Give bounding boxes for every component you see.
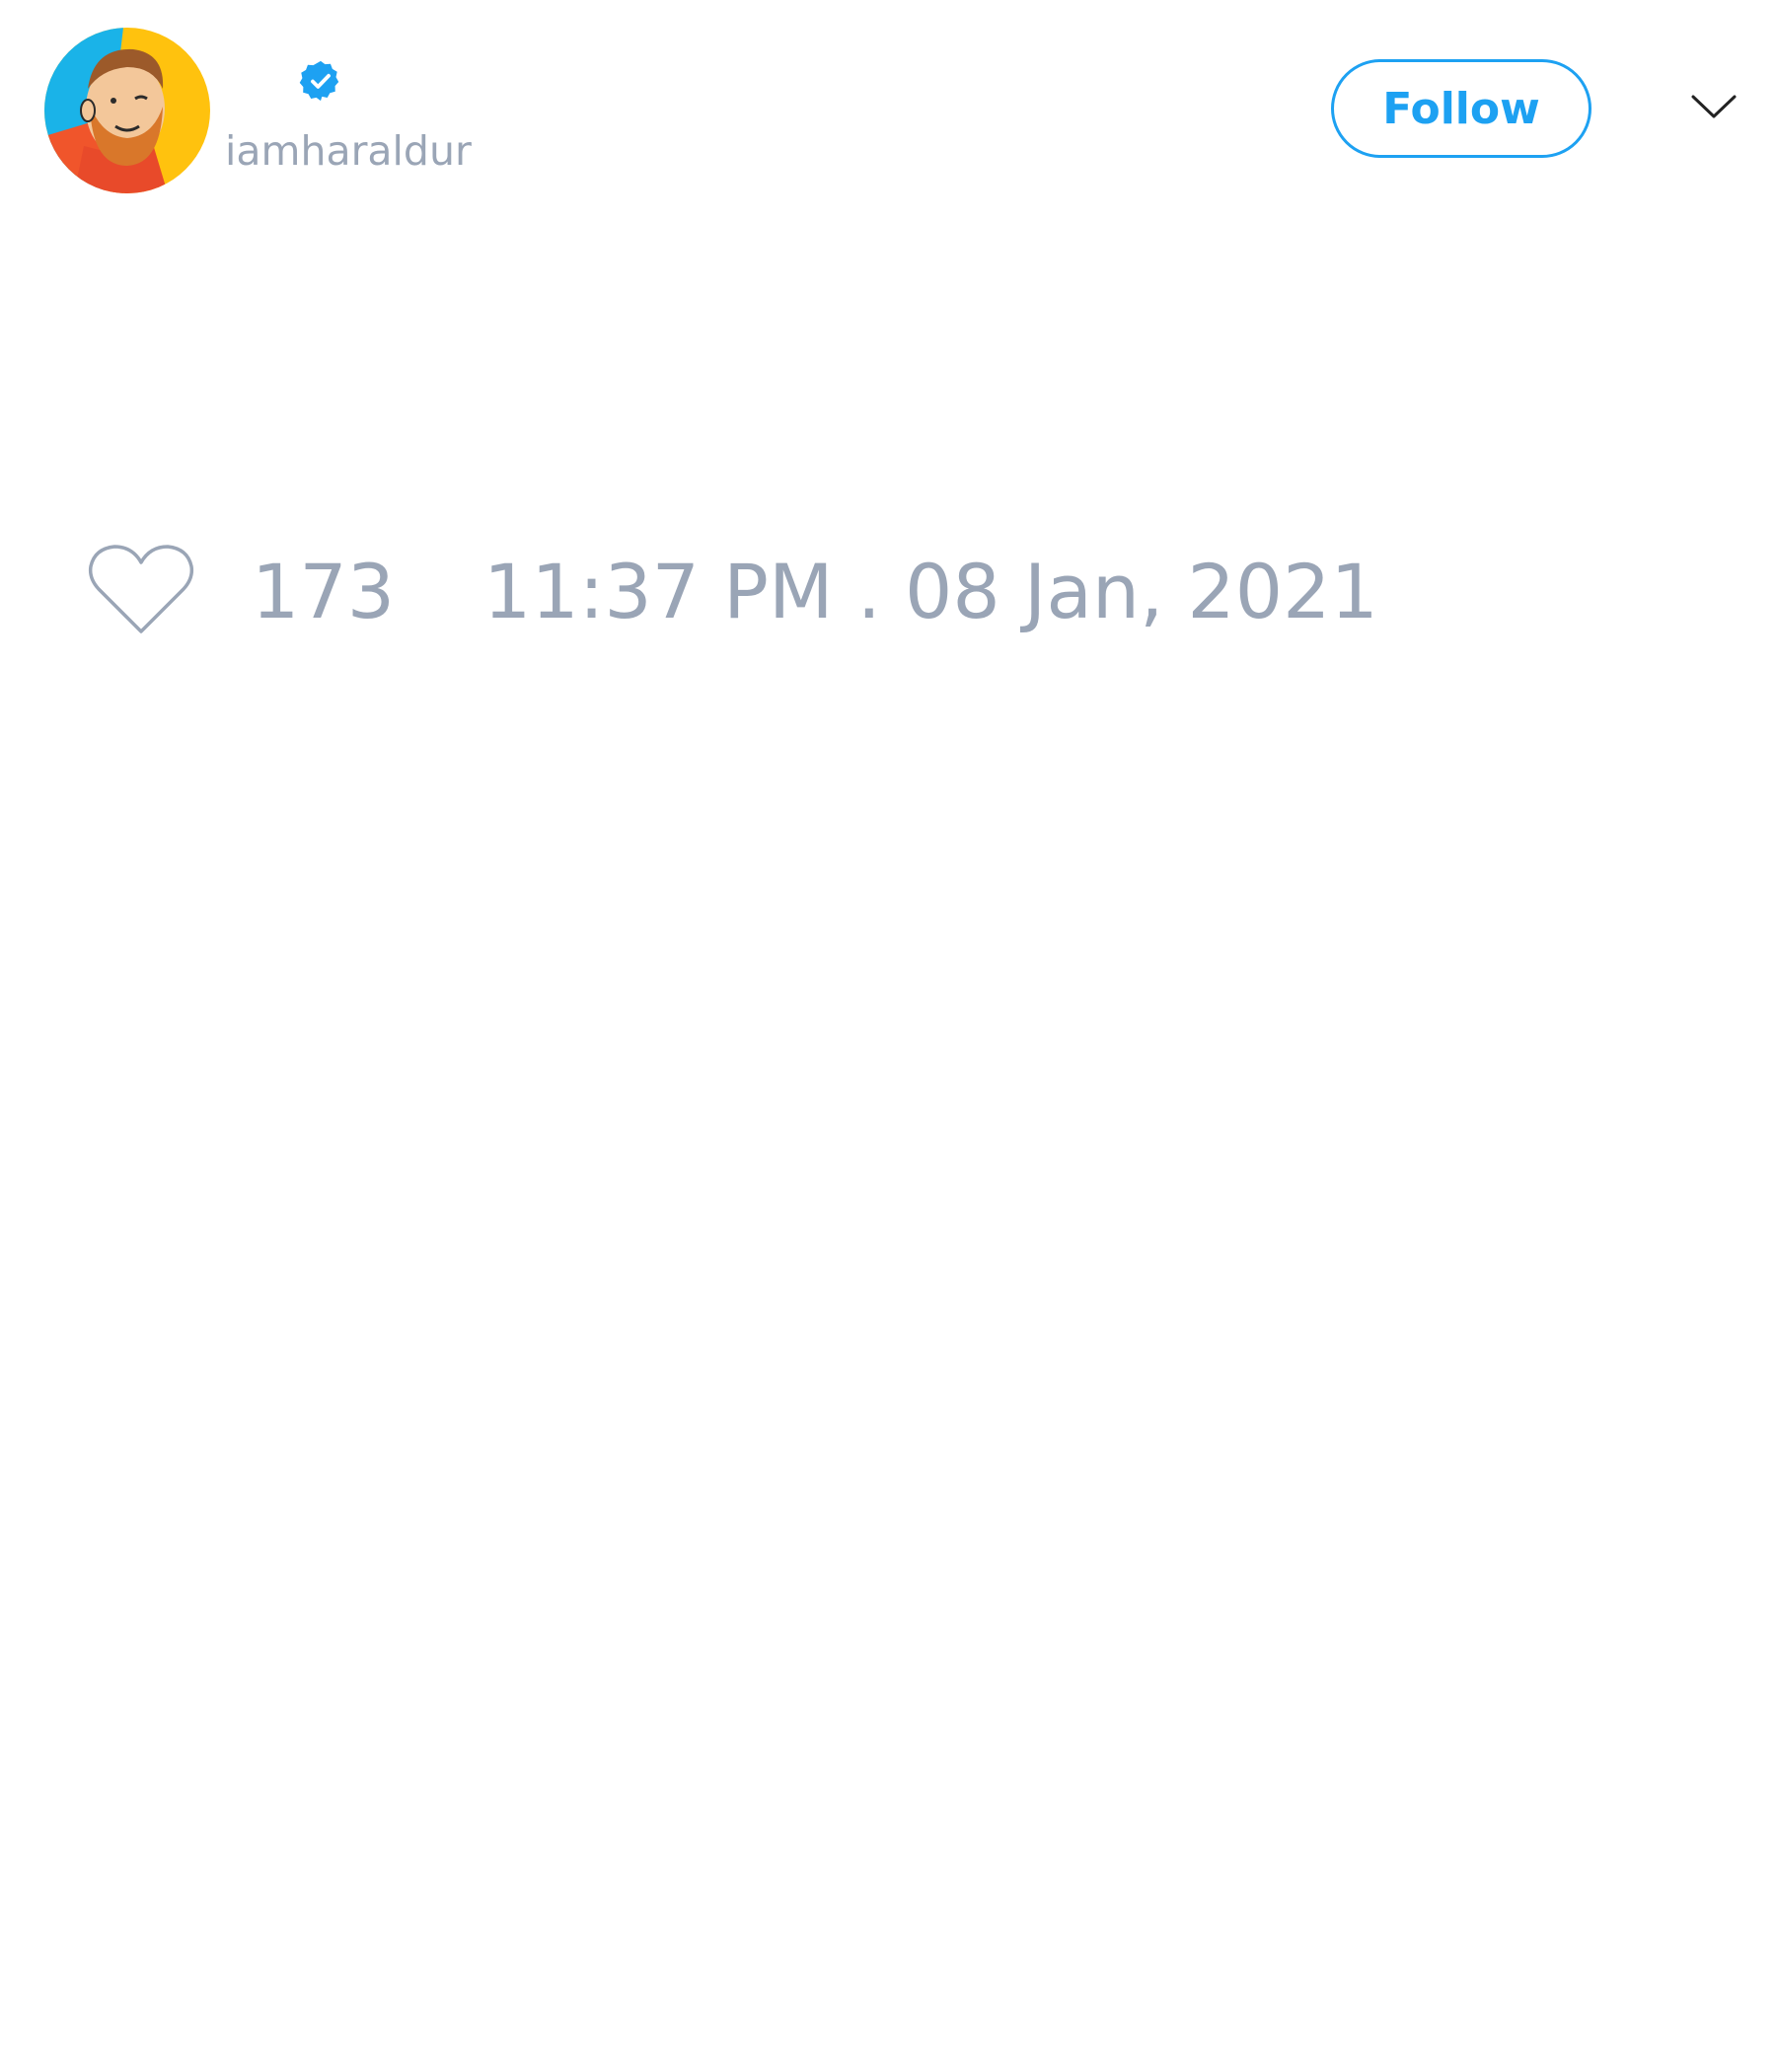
author-username[interactable]: iamharaldur: [225, 126, 472, 176]
tweet-header: iamharaldur Follow: [0, 0, 1776, 217]
chevron-down-icon[interactable]: [1689, 91, 1739, 122]
like-count: 173: [252, 548, 396, 635]
tweet-meta-row: 173 11:37 PM . 08 Jan, 2021: [0, 523, 1776, 651]
avatar-illustration: [44, 28, 210, 193]
follow-button[interactable]: Follow: [1331, 59, 1591, 158]
tweet-timestamp[interactable]: 11:37 PM . 08 Jan, 2021: [483, 543, 1378, 641]
verified-badge-icon: [299, 60, 339, 102]
heart-outline-icon[interactable]: [87, 543, 195, 637]
author-avatar[interactable]: [44, 28, 210, 193]
